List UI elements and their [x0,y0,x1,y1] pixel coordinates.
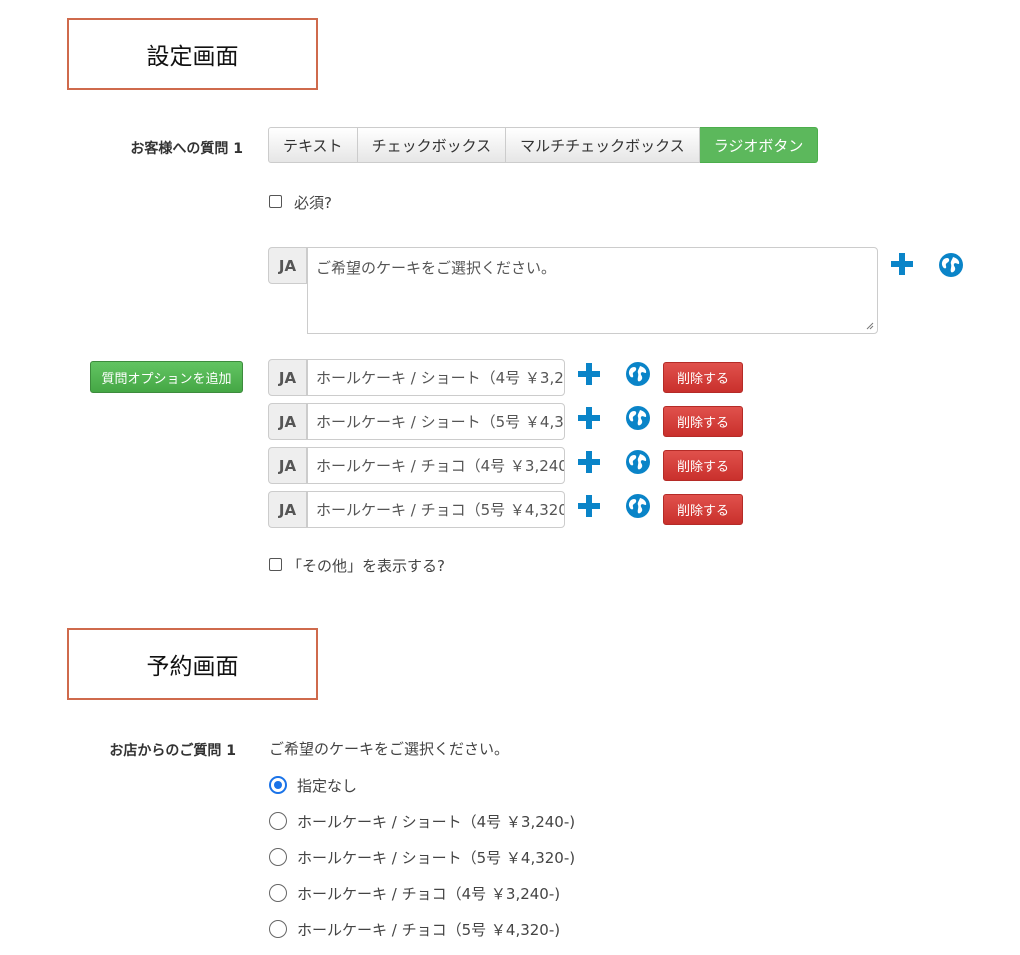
plus-icon[interactable] [577,450,601,474]
radio-option-label: ホールケーキ / チョコ（4号 ￥3,240-) [297,885,561,903]
option-lang-addon: JA [268,491,307,528]
delete-option-button[interactable]: 削除する [663,406,743,437]
delete-option-button[interactable]: 削除する [663,494,743,525]
radio-option-choco-5[interactable] [269,920,287,938]
booking-question-text: ご希望のケーキをご選択ください。 [269,740,510,758]
booking-section-title: 予約画面 [67,628,318,700]
globe-icon[interactable] [625,493,651,519]
option-lang-addon: JA [268,447,307,484]
type-text-button[interactable]: テキスト [268,127,358,163]
radio-option-label: ホールケーキ / ショート（4号 ￥3,240-) [297,813,576,831]
type-radio-button[interactable]: ラジオボタン [699,127,819,163]
option-input[interactable]: ホールケーキ / チョコ（5号 ￥4,320 [307,491,565,528]
plus-icon[interactable] [577,406,601,430]
resize-grip-icon[interactable] [866,322,874,330]
type-multi-checkbox-button[interactable]: マルチチェックボックス [506,127,700,163]
required-checkbox[interactable] [269,195,282,208]
radio-option-label: ホールケーキ / ショート（5号 ￥4,320-) [297,849,576,867]
plus-icon[interactable] [577,362,601,386]
globe-icon[interactable] [625,405,651,431]
globe-icon[interactable] [625,361,651,387]
question-label: お客様への質問 1 [130,141,243,157]
delete-option-button[interactable]: 削除する [663,450,743,481]
show-other-checkbox[interactable] [269,558,282,571]
question-text: ご希望のケーキをご選択ください。 [316,259,557,277]
question-textarea[interactable]: ご希望のケーキをご選択ください。 [307,247,878,334]
booking-question-label: お店からのご質問 1 [109,743,236,759]
radio-option-label: ホールケーキ / チョコ（5号 ￥4,320-) [297,921,561,939]
globe-icon[interactable] [938,252,964,278]
radio-option-short-4[interactable] [269,812,287,830]
plus-icon[interactable] [577,494,601,518]
option-lang-addon: JA [268,359,307,396]
type-checkbox-button[interactable]: チェックボックス [357,127,507,163]
radio-option-label: 指定なし [297,777,358,795]
question-type-group: テキスト チェックボックス マルチチェックボックス ラジオボタン [268,127,819,163]
option-input[interactable]: ホールケーキ / チョコ（4号 ￥3,240 [307,447,565,484]
globe-icon[interactable] [625,449,651,475]
question-lang-addon: JA [268,247,307,284]
required-label: 必須? [294,194,332,212]
radio-option-choco-4[interactable] [269,884,287,902]
plus-icon[interactable] [890,252,914,276]
add-option-button[interactable]: 質問オプションを追加 [90,361,243,393]
option-lang-addon: JA [268,403,307,440]
option-input[interactable]: ホールケーキ / ショート（5号 ￥4,32 [307,403,565,440]
show-other-label: 「その他」を表示する? [287,557,445,575]
delete-option-button[interactable]: 削除する [663,362,743,393]
settings-section-title: 設定画面 [67,18,318,90]
radio-option-none[interactable] [269,776,287,794]
option-input[interactable]: ホールケーキ / ショート（4号 ￥3,24 [307,359,565,396]
radio-option-short-5[interactable] [269,848,287,866]
